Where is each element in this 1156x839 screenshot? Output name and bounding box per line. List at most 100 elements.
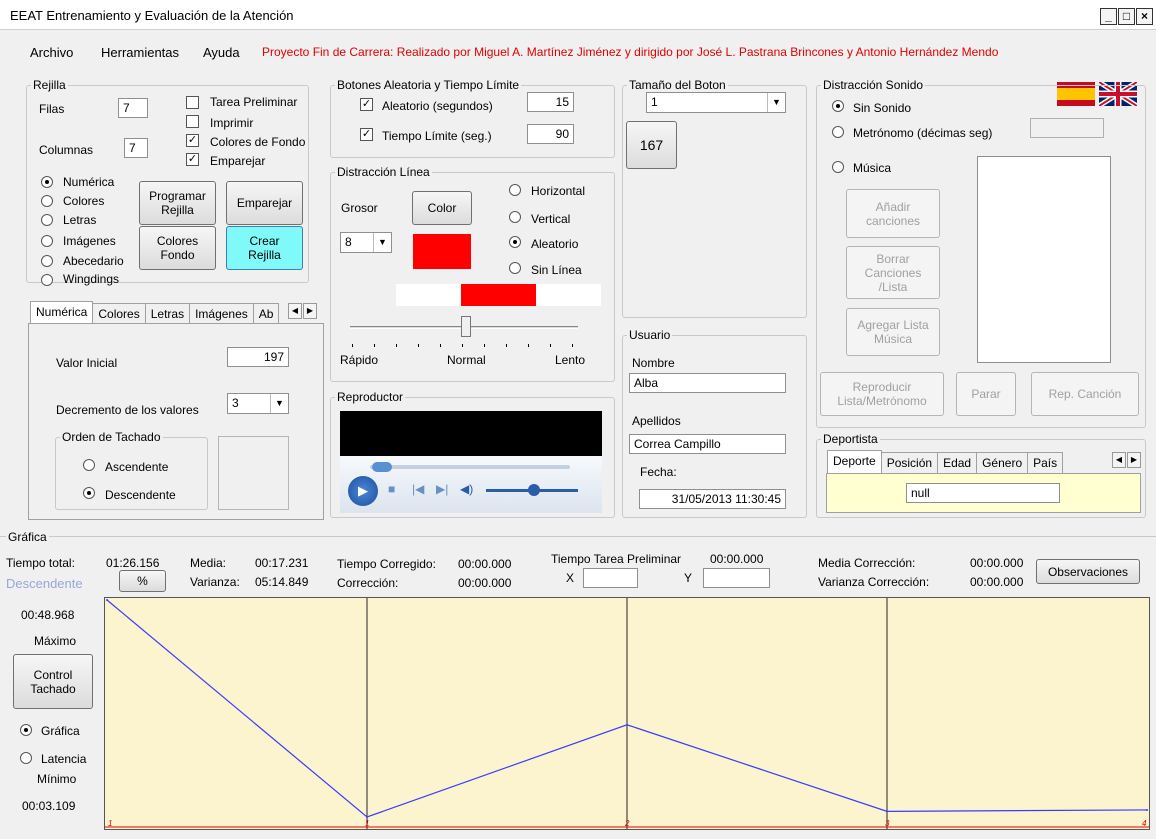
radio-musica[interactable] (832, 161, 844, 173)
imprimir-checkbox[interactable] (186, 115, 199, 128)
tab-genero[interactable]: Género (976, 452, 1029, 475)
tab-scroll-left-icon[interactable]: ◀ (288, 303, 302, 319)
radio-grafica[interactable] (20, 724, 32, 736)
tab-pais[interactable]: País (1027, 452, 1064, 475)
crear-rejilla-button[interactable]: Crear Rejilla (226, 226, 303, 270)
menu-ayuda[interactable]: Ayuda (203, 45, 240, 60)
parar-button[interactable]: Parar (956, 372, 1016, 416)
speed-slider-ticks (352, 344, 576, 347)
radio-descendente[interactable] (83, 487, 95, 499)
media-correccion-value: 00:00.000 (970, 556, 1024, 570)
chart-x-tick-label: 2 (624, 819, 630, 828)
seek-thumb[interactable] (372, 462, 392, 472)
programar-rejilla-button[interactable]: Programar Rejilla (139, 181, 216, 225)
color-button[interactable]: Color (412, 191, 472, 225)
control-tachado-button[interactable]: Control Tachado (13, 654, 93, 709)
x-input[interactable] (583, 568, 638, 588)
seek-bar[interactable] (370, 465, 570, 469)
apellidos-input[interactable]: Correa Campillo (629, 434, 786, 454)
y-input[interactable] (703, 568, 770, 588)
speed-slider-thumb[interactable] (461, 316, 471, 337)
radio-imagenes[interactable] (41, 235, 53, 247)
emparejar-button[interactable]: Emparejar (226, 181, 303, 225)
close-button[interactable]: × (1136, 8, 1153, 25)
tab-posicion[interactable]: Posición (880, 452, 939, 475)
next-icon[interactable]: ▶| (436, 482, 448, 496)
fecha-input[interactable]: 31/05/2013 11:30:45 (639, 489, 786, 509)
radio-metronomo[interactable] (832, 126, 844, 138)
chevron-down-icon: ▼ (373, 233, 391, 252)
radio-numerica-label: Numérica (63, 175, 115, 189)
radio-vertical[interactable] (509, 211, 521, 223)
radio-colores[interactable] (41, 195, 53, 207)
columnas-label: Columnas (39, 143, 94, 157)
percent-button[interactable]: % (119, 570, 166, 592)
borrar-canciones-button[interactable]: Borrar Canciones /Lista (846, 246, 940, 299)
menu-archivo[interactable]: Archivo (30, 45, 73, 60)
volume-icon[interactable]: ◀) (460, 482, 473, 496)
tab-scroll-right-icon[interactable]: ▶ (1127, 452, 1141, 468)
play-icon[interactable]: ▶ (348, 476, 378, 506)
aleatorio-input[interactable]: 15 (527, 92, 574, 112)
colores-fondo-checkbox[interactable]: ✓ (186, 134, 199, 147)
columnas-input[interactable]: 7 (124, 138, 148, 158)
grosor-select[interactable]: 8 ▼ (340, 232, 392, 253)
radio-letras[interactable] (41, 214, 53, 226)
emparejar-checkbox[interactable]: ✓ (186, 153, 199, 166)
observaciones-button[interactable]: Observaciones (1036, 559, 1140, 584)
nombre-input[interactable]: Alba (629, 373, 786, 393)
radio-wingdings-label: Wingdings (63, 272, 120, 286)
botones-aleatoria-group: Botones Aleatoria y Tiempo Límite (330, 78, 615, 158)
radio-letras-label: Letras (63, 213, 97, 227)
metronomo-input[interactable] (1030, 118, 1104, 138)
tab-numerica[interactable]: Numérica (30, 301, 94, 324)
tiempo-limite-checkbox[interactable]: ✓ (360, 128, 373, 141)
grosor-label: Grosor (341, 201, 378, 215)
tarea-preliminar-label: Tarea Preliminar (210, 95, 298, 109)
menu-herramientas[interactable]: Herramientas (101, 45, 179, 60)
size-preview-button[interactable]: 167 (626, 121, 677, 169)
tamano-select[interactable]: 1 ▼ (646, 92, 786, 113)
volume-thumb[interactable] (528, 484, 540, 496)
deporte-input[interactable]: null (906, 483, 1060, 503)
grafica-legend: Gráfica (6, 530, 49, 544)
chevron-down-icon: ▼ (270, 394, 288, 413)
media-correccion-label: Media Corrección: (818, 556, 916, 570)
radio-horizontal[interactable] (509, 184, 521, 196)
usuario-legend: Usuario (629, 328, 671, 342)
radio-aleatorio-label: Aleatorio (531, 237, 579, 251)
anadir-canciones-button[interactable]: Añadir canciones (846, 189, 940, 238)
filas-input[interactable]: 7 (118, 98, 148, 118)
reproducir-button[interactable]: Reproducir Lista/Metrónomo (820, 372, 944, 416)
valor-inicial-label: Valor Inicial (56, 356, 118, 370)
colores-fondo-button[interactable]: Colores Fondo (139, 226, 216, 270)
tab-scroll-left-icon[interactable]: ◀ (1112, 452, 1126, 468)
decremento-select[interactable]: 3 ▼ (227, 393, 289, 414)
lento-label: Lento (555, 353, 586, 367)
radio-sin-sonido[interactable] (832, 100, 844, 112)
tab-edad[interactable]: Edad (937, 452, 978, 475)
radio-aleatorio[interactable] (509, 236, 521, 248)
radio-ascendente[interactable] (83, 459, 95, 471)
tamano-boton-legend: Tamaño del Boton (629, 78, 726, 92)
stop-icon[interactable]: ■ (388, 482, 395, 496)
radio-numerica[interactable] (41, 176, 53, 188)
music-list[interactable] (977, 156, 1111, 363)
agregar-lista-button[interactable]: Agregar Lista Música (846, 308, 940, 356)
aleatorio-checkbox[interactable]: ✓ (360, 98, 373, 111)
tiempo-total-value: 01:26.156 (106, 556, 160, 570)
tab-scroll-right-icon[interactable]: ▶ (303, 303, 317, 319)
tiempo-limite-input[interactable]: 90 (527, 124, 574, 144)
radio-sin-linea[interactable] (509, 262, 521, 274)
radio-abecedario[interactable] (41, 255, 53, 267)
video-screen (340, 411, 602, 456)
minimize-button[interactable]: _ (1100, 8, 1117, 25)
tab-deporte[interactable]: Deporte (827, 450, 882, 473)
valor-inicial-input[interactable]: 197 (227, 347, 289, 367)
previous-icon[interactable]: |◀ (412, 482, 424, 496)
radio-wingdings[interactable] (41, 274, 53, 286)
tarea-preliminar-checkbox[interactable] (186, 96, 199, 109)
maximize-button[interactable]: □ (1118, 8, 1135, 25)
radio-latencia[interactable] (20, 752, 32, 764)
rep-cancion-button[interactable]: Rep. Canción (1031, 372, 1139, 416)
